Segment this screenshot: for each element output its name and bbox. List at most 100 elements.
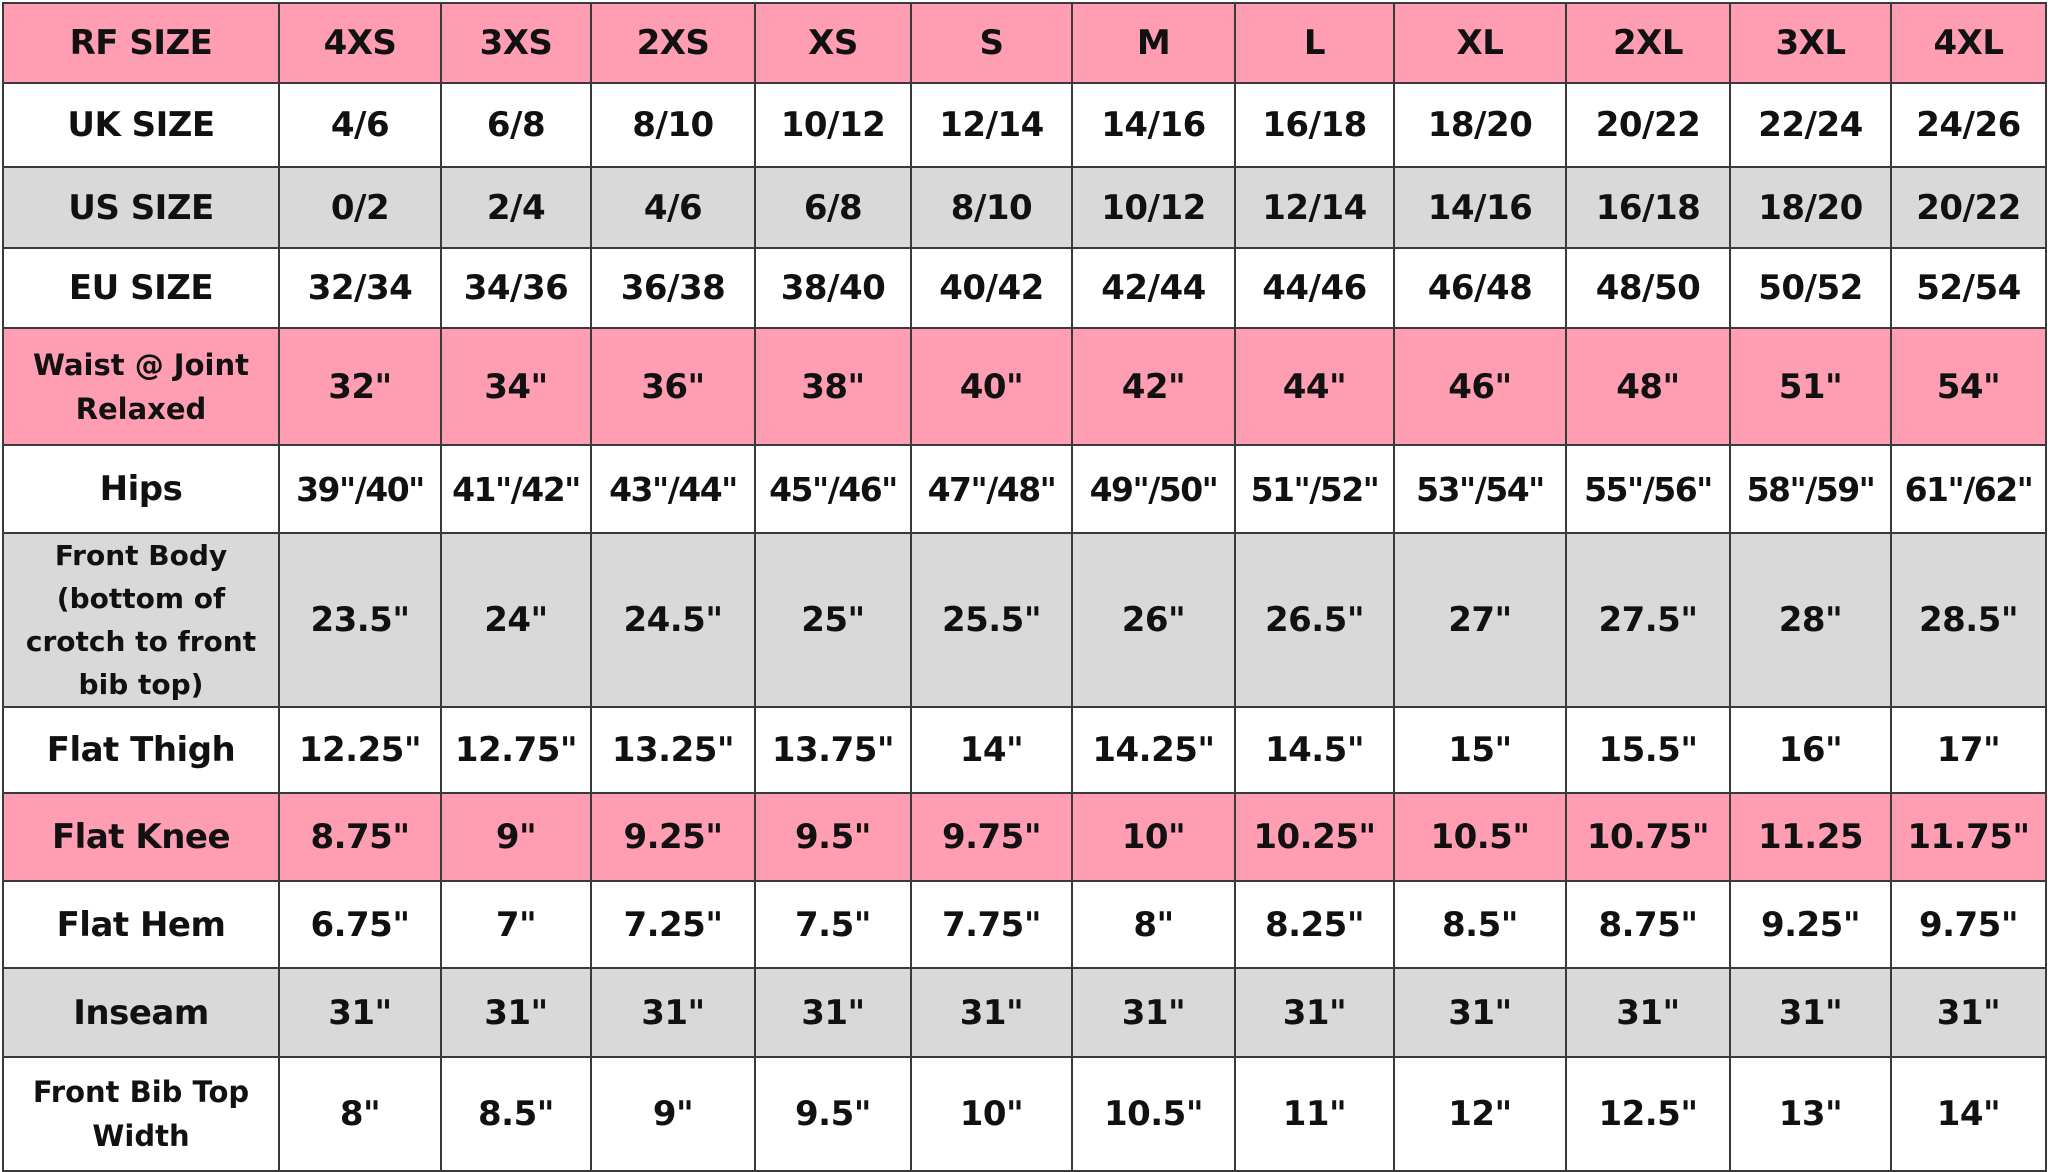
table-cell: 14/16 <box>1393 166 1567 249</box>
table-cell: 6.75" <box>278 880 442 969</box>
table-cell: 61"/62" <box>1890 444 2047 534</box>
table-cell: 14.25" <box>1071 706 1236 794</box>
table-cell: 9" <box>440 792 592 882</box>
table-cell: 58"/59" <box>1729 444 1892 534</box>
table-cell: 51"/52" <box>1234 444 1395 534</box>
row-label: Waist @ Joint Relaxed <box>2 327 280 446</box>
table-cell: 31" <box>590 967 756 1058</box>
table-cell: 9.75" <box>1890 880 2047 969</box>
size-chart-table: RF SIZE 4XS 3XS 2XS XS S M L XL 2XL 3XL 4XL UK SIZE 4… <box>2 2 2047 1172</box>
table-cell: 12/14 <box>1234 166 1395 249</box>
table-cell: 50/52 <box>1729 247 1892 329</box>
table-cell: 11.25 <box>1729 792 1892 882</box>
table-cell: 6/8 <box>440 82 592 168</box>
table-cell: 10.5" <box>1393 792 1567 882</box>
table-cell: 10.25" <box>1234 792 1395 882</box>
row-label: EU SIZE <box>2 247 280 329</box>
table-cell: 8.25" <box>1234 880 1395 969</box>
row-label: UK SIZE <box>2 82 280 168</box>
table-cell: 24" <box>440 532 592 708</box>
table-cell: 8/10 <box>910 166 1073 249</box>
table-cell: 18/20 <box>1729 166 1892 249</box>
table-cell: 31" <box>910 967 1073 1058</box>
size-header-cell: 2XL <box>1565 2 1731 84</box>
table-cell: 8.75" <box>278 792 442 882</box>
table-cell: 15.5" <box>1565 706 1731 794</box>
table-cell: 22/24 <box>1729 82 1892 168</box>
table-cell: 8.5" <box>1393 880 1567 969</box>
table-cell: 40/42 <box>910 247 1073 329</box>
table-cell: 41"/42" <box>440 444 592 534</box>
table-cell: 26" <box>1071 532 1236 708</box>
table-cell: 38/40 <box>754 247 912 329</box>
size-header-cell: XS <box>754 2 912 84</box>
table-cell: 36/38 <box>590 247 756 329</box>
header-label: RF SIZE <box>2 2 280 84</box>
table-cell: 12/14 <box>910 82 1073 168</box>
table-cell: 18/20 <box>1393 82 1567 168</box>
size-header-cell: 4XL <box>1890 2 2047 84</box>
table-cell: 53"/54" <box>1393 444 1567 534</box>
size-header-cell: 2XS <box>590 2 756 84</box>
table-cell: 44" <box>1234 327 1395 446</box>
row-label: Front Body (bottom of crotch to front bi… <box>2 532 280 708</box>
table-cell: 43"/44" <box>590 444 756 534</box>
table-cell: 8/10 <box>590 82 756 168</box>
row-label: Flat Thigh <box>2 706 280 794</box>
table-cell: 20/22 <box>1890 166 2047 249</box>
table-cell: 25.5" <box>910 532 1073 708</box>
size-header-cell: 3XL <box>1729 2 1892 84</box>
table-cell: 25" <box>754 532 912 708</box>
table-cell: 2/4 <box>440 166 592 249</box>
size-header-cell: 4XS <box>278 2 442 84</box>
table-cell: 24.5" <box>590 532 756 708</box>
table-cell: 36" <box>590 327 756 446</box>
table-cell: 14.5" <box>1234 706 1395 794</box>
table-cell: 31" <box>1890 967 2047 1058</box>
table-cell: 10" <box>1071 792 1236 882</box>
table-cell: 7.75" <box>910 880 1073 969</box>
size-header-cell: S <box>910 2 1073 84</box>
table-cell: 34" <box>440 327 592 446</box>
table-cell: 10/12 <box>1071 166 1236 249</box>
table-cell: 12.25" <box>278 706 442 794</box>
table-cell: 16/18 <box>1565 166 1731 249</box>
table-cell: 16/18 <box>1234 82 1395 168</box>
table-cell: 0/2 <box>278 166 442 249</box>
table-cell: 55"/56" <box>1565 444 1731 534</box>
table-cell: 31" <box>1565 967 1731 1058</box>
size-header-cell: 3XS <box>440 2 592 84</box>
table-cell: 6/8 <box>754 166 912 249</box>
table-cell: 14/16 <box>1071 82 1236 168</box>
measurement-row: Flat Thigh 12.25" 12.75" 13.25" 13.75" 14" 14.… <box>2 706 2047 794</box>
size-header-cell: L <box>1234 2 1395 84</box>
table-cell: 10/12 <box>754 82 912 168</box>
table-cell: 7.5" <box>754 880 912 969</box>
table-cell: 31" <box>278 967 442 1058</box>
table-cell: 26.5" <box>1234 532 1395 708</box>
size-header-cell: M <box>1071 2 1236 84</box>
size-header-cell: XL <box>1393 2 1567 84</box>
measurement-row: Flat Hem 6.75" 7" 7.25" 7.5" 7.75" 8" 8.25" 8.5"… <box>2 880 2047 969</box>
table-cell: 47"/48" <box>910 444 1073 534</box>
table-cell: 7.25" <box>590 880 756 969</box>
measurement-row: UK SIZE 4/6 6/8 8/10 10/12 12/14 14/16 16/18 18/… <box>2 82 2047 168</box>
row-label: Hips <box>2 444 280 534</box>
table-cell: 49"/50" <box>1071 444 1236 534</box>
table-cell: 31" <box>1234 967 1395 1058</box>
table-cell: 24/26 <box>1890 82 2047 168</box>
measurement-row: Hips 39"/40" 41"/42" 43"/44" 45"/46" 47"/48" 4… <box>2 444 2047 534</box>
table-cell: 40" <box>910 327 1073 446</box>
table-cell: 7" <box>440 880 592 969</box>
table-cell: 17" <box>1890 706 2047 794</box>
table-cell: 27" <box>1393 532 1567 708</box>
table-cell: 9.25" <box>590 792 756 882</box>
table-cell: 46/48 <box>1393 247 1567 329</box>
table-cell: 16" <box>1729 706 1892 794</box>
table-cell: 27.5" <box>1565 532 1731 708</box>
table-cell: 8.75" <box>1565 880 1731 969</box>
table-cell: 31" <box>440 967 592 1058</box>
table-cell: 34/36 <box>440 247 592 329</box>
table-cell: 9.25" <box>1729 880 1892 969</box>
table-cell: 48/50 <box>1565 247 1731 329</box>
